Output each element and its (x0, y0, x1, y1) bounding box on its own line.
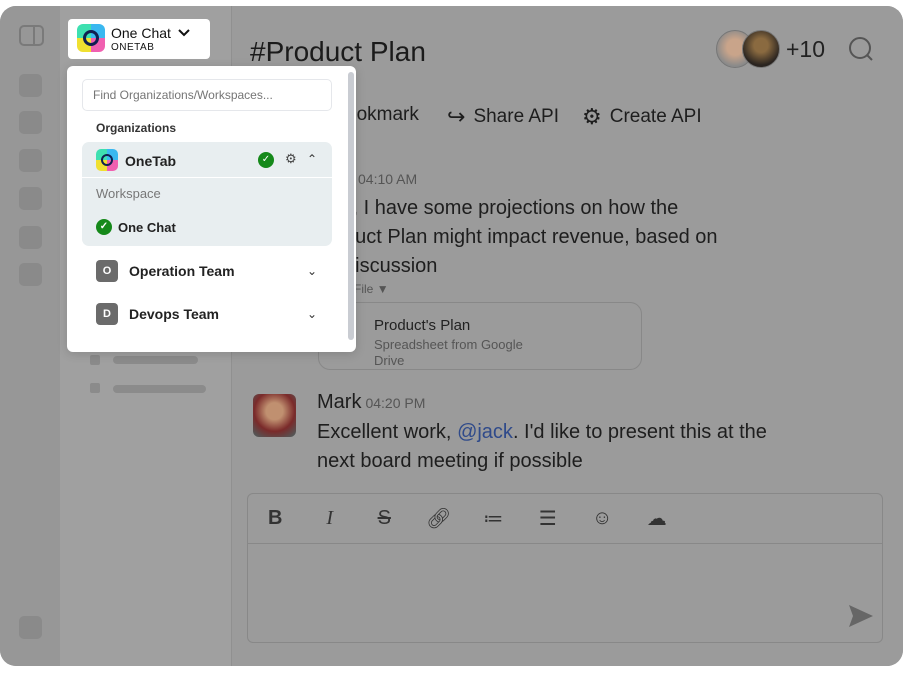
workspace-name: One Chat (111, 25, 171, 41)
divider (82, 177, 332, 178)
mention-link[interactable]: @jack (457, 421, 513, 443)
avatar (742, 30, 780, 68)
rail-item[interactable] (19, 616, 42, 639)
organizations-heading: Organizations (96, 121, 177, 135)
share-api-label: Share API (473, 106, 559, 127)
org-name: Operation Team (129, 263, 235, 279)
chevron-down-icon[interactable]: ⌄ (307, 307, 317, 321)
message-text: duct Plan might impact revenue, based on (344, 226, 718, 248)
gear-icon[interactable]: ⚙ (285, 151, 297, 167)
workspace-switcher[interactable]: One Chat ONETAB (68, 19, 210, 59)
message-text: . I'd like to present this at the (512, 421, 767, 443)
file-name: Product's Plan (374, 317, 471, 334)
upload-icon[interactable]: ☁ (630, 506, 685, 531)
strikethrough-icon[interactable]: S (357, 507, 412, 530)
file-description: Spreadsheet from Google Drive (374, 337, 523, 368)
avatar[interactable] (253, 394, 296, 437)
bullet-list-icon[interactable]: ☰ (521, 506, 576, 531)
channel-icon (90, 383, 100, 393)
message-time: 04:10 AM (358, 171, 418, 187)
message-text: y, I have some projections on how the (344, 197, 679, 219)
message-editor: B I S 🔗︎ ≔ ☰ ☺ ☁ (247, 493, 883, 643)
member-avatars[interactable]: +10 (716, 30, 825, 68)
check-circle-icon: ✓ (96, 219, 112, 235)
message: k04:10 AM y, I have some projections on … (344, 164, 718, 297)
formatting-toolbar: B I S 🔗︎ ≔ ☰ ☺ ☁ (248, 494, 882, 544)
bookmark-label: ookmark (346, 104, 419, 125)
message-text: next board meeting if possible (317, 450, 583, 472)
onetab-logo (96, 149, 118, 171)
file-attachment[interactable]: EL Product's Plan Spreadsheet from Googl… (318, 302, 642, 370)
create-api-button[interactable]: ⚙ Create API (582, 104, 702, 130)
org-item-operation-team[interactable]: O Operation Team (96, 260, 235, 282)
share-api-button[interactable]: ↪ Share API (447, 104, 559, 130)
bookmark-button[interactable]: ookmark (346, 104, 419, 126)
channel-icon (90, 355, 100, 365)
rail-item[interactable] (19, 226, 42, 249)
workspace-item-one-chat[interactable]: ✓ One Chat (96, 219, 176, 235)
org-search-input[interactable] (82, 79, 332, 111)
caret-down-icon[interactable]: ▼ (377, 282, 389, 296)
org-item-devops-team[interactable]: D Devops Team (96, 303, 219, 325)
bold-icon[interactable]: B (248, 507, 303, 530)
workspace-heading: Workspace (96, 186, 161, 201)
organization-dropdown: Organizations OneTab ✓ ⚙ ⌃ Workspace ✓On… (67, 66, 356, 352)
left-rail (0, 6, 60, 666)
gear-icon: ⚙ (582, 104, 602, 129)
workspace-name: One Chat (118, 219, 176, 235)
message-author: Mark (317, 391, 362, 413)
send-icon[interactable] (848, 604, 874, 628)
emoji-icon[interactable]: ☺ (575, 507, 630, 530)
org-initial-badge: O (96, 260, 118, 282)
chevron-up-icon[interactable]: ⌃ (307, 152, 317, 166)
search-icon[interactable] (848, 36, 874, 62)
scrollbar[interactable] (348, 72, 354, 340)
member-count: +10 (786, 35, 826, 62)
message-input[interactable] (248, 544, 882, 642)
rail-item[interactable] (19, 263, 42, 286)
onetab-logo (77, 24, 105, 52)
rail-item[interactable] (19, 149, 42, 172)
share-icon: ↪ (447, 104, 466, 129)
org-item-onetab[interactable]: OneTab ✓ ⚙ ⌃ Workspace ✓ One Chat (82, 142, 332, 246)
create-api-label: Create API (609, 106, 702, 127)
rail-item[interactable] (19, 111, 42, 134)
org-name: Devops Team (129, 306, 219, 322)
message-text: discussion (344, 255, 438, 277)
channel-placeholder[interactable] (113, 385, 206, 393)
ordered-list-icon[interactable]: ≔ (466, 506, 521, 531)
org-name: ONETAB (111, 42, 155, 53)
org-initial-badge: D (96, 303, 118, 325)
message-text: Excellent work, (317, 421, 458, 443)
sidebar-toggle-icon[interactable] (19, 25, 44, 46)
channel-placeholder[interactable] (113, 356, 198, 364)
chevron-down-icon[interactable]: ⌄ (307, 264, 317, 278)
page-title: #Product Plan (250, 36, 426, 67)
link-icon[interactable]: 🔗︎ (412, 506, 467, 531)
org-name: OneTab (125, 153, 177, 169)
message: Mark 04:20 PM Excellent work, @jack. I'd … (317, 388, 767, 476)
message-time: 04:20 PM (365, 395, 426, 411)
italic-icon[interactable]: I (303, 507, 358, 530)
rail-item[interactable] (19, 187, 42, 210)
rail-item[interactable] (19, 74, 42, 97)
chevron-down-icon (178, 29, 190, 37)
check-circle-icon: ✓ (258, 152, 274, 168)
